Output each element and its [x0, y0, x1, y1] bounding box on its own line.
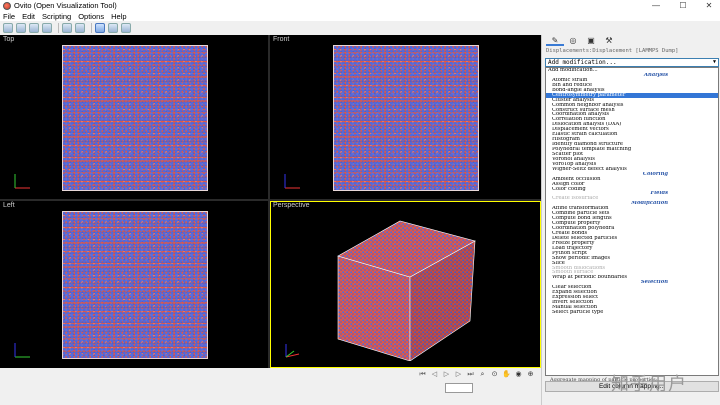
render-tab-icon[interactable]: ◎ — [564, 35, 582, 46]
viewport-left[interactable]: Left — [0, 201, 268, 368]
viewport-caption[interactable]: Front — [273, 36, 289, 43]
pick-orbit-center-icon[interactable]: ⊕ — [526, 370, 535, 379]
menu-help[interactable]: Help — [111, 12, 126, 21]
undo-icon[interactable] — [62, 23, 72, 33]
window-title: Ovito (Open Visualization Tool) — [14, 1, 117, 10]
axis-tripod-icon — [14, 343, 30, 358]
viewport-front[interactable]: Front — [270, 35, 541, 199]
close-button[interactable]: ✕ — [698, 0, 720, 11]
overlays-tab-icon[interactable]: ▣ — [582, 35, 600, 46]
modifier-dropdown-list: Add modification... Analysis Atomic strain… — [545, 67, 719, 376]
viewport-area: Top Front Left Perspective — [0, 35, 541, 368]
axis-tripod-icon — [284, 174, 300, 189]
rotate-mode-icon[interactable] — [121, 23, 131, 33]
title-bar: Ovito (Open Visualization Tool) — ☐ ✕ — [0, 0, 720, 11]
pipeline-header: Displacements:Displacement [LAMMPS Dump] — [546, 48, 679, 54]
pipeline-tab-icon[interactable]: ✎ — [546, 35, 564, 46]
play-icon[interactable]: ▷ — [442, 370, 451, 379]
viewport-caption[interactable]: Top — [3, 36, 14, 43]
move-mode-icon[interactable] — [108, 23, 118, 33]
viewport-perspective[interactable]: Perspective — [270, 201, 541, 368]
last-frame-icon[interactable]: ⏭ — [466, 370, 475, 379]
toolbar-separator — [91, 23, 92, 33]
first-frame-icon[interactable]: ⏮ — [418, 370, 427, 379]
watermark: 知乎用户 — [611, 374, 687, 395]
viewport-caption[interactable]: Left — [3, 202, 15, 209]
menu-scripting[interactable]: Scripting — [42, 12, 71, 21]
combo-value: Add modification... — [548, 59, 617, 66]
axis-tripod-icon — [14, 174, 30, 189]
add-modification-combo[interactable]: Add modification... ▼ — [545, 58, 719, 67]
render-icon[interactable] — [29, 23, 39, 33]
next-frame-icon[interactable]: ▷ — [454, 370, 463, 379]
chevron-down-icon: ▼ — [712, 59, 716, 65]
dropdown-item[interactable]: Select particle type — [546, 310, 718, 315]
prev-frame-icon[interactable]: ◁ — [430, 370, 439, 379]
redo-icon[interactable] — [75, 23, 85, 33]
maximize-button[interactable]: ☐ — [672, 0, 694, 11]
main-toolbar — [0, 21, 540, 35]
save-icon[interactable] — [16, 23, 26, 33]
utilities-tab-icon[interactable]: ⚒ — [600, 35, 618, 46]
menu-file[interactable]: File — [3, 12, 15, 21]
zoom-extents-icon[interactable]: ⊙ — [490, 370, 499, 379]
particle-cube — [337, 220, 476, 361]
menu-edit[interactable]: Edit — [22, 12, 35, 21]
animation-time-spinner[interactable] — [445, 383, 473, 393]
select-mode-icon[interactable] — [95, 23, 105, 33]
command-panel: ✎ ◎ ▣ ⚒ Displacements:Displacement [LAMM… — [541, 35, 720, 405]
particle-system — [333, 45, 479, 191]
orbit-icon[interactable]: ◉ — [514, 370, 523, 379]
axis-tripod-icon — [285, 344, 300, 358]
menu-bar: File Edit Scripting Options Help — [0, 11, 720, 21]
viewport-caption[interactable]: Perspective — [273, 202, 310, 209]
viewport-top[interactable]: Top — [0, 35, 268, 199]
ovito-logo-icon — [3, 1, 11, 10]
pan-icon[interactable]: ✋ — [502, 370, 511, 379]
menu-options[interactable]: Options — [78, 12, 104, 21]
toolbar-separator — [58, 23, 59, 33]
open-file-icon[interactable] — [3, 23, 13, 33]
render-settings-icon[interactable] — [42, 23, 52, 33]
animation-toolbar: ⏮ ◁ ▷ ▷ ⏭ ⌕ ⊙ ✋ ◉ ⊕ — [418, 370, 538, 379]
particle-system — [62, 211, 208, 359]
command-panel-tabs: ✎ ◎ ▣ ⚒ — [546, 35, 618, 46]
zoom-icon[interactable]: ⌕ — [478, 370, 487, 379]
particle-system — [62, 45, 208, 191]
minimize-button[interactable]: — — [645, 0, 667, 11]
